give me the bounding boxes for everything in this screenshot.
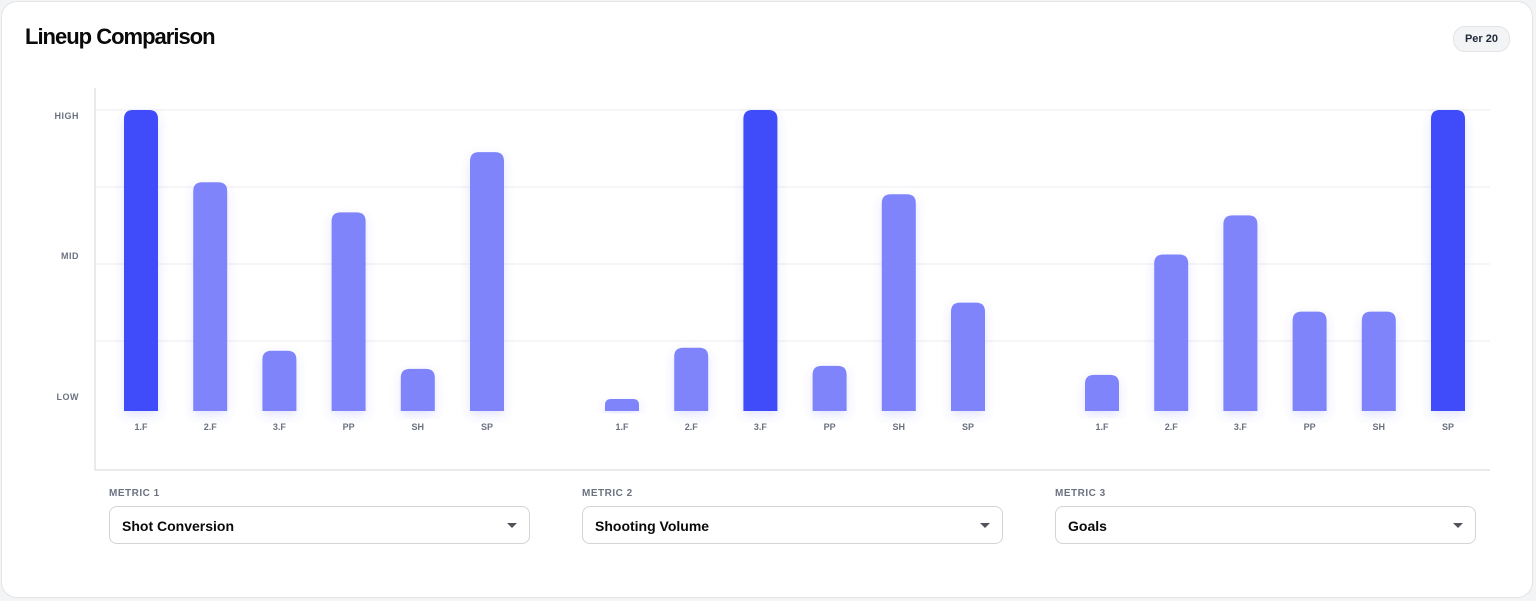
bar-g3-1f: [1085, 374, 1119, 411]
y-tick-low: LOW: [57, 392, 80, 402]
chevron-down-icon: [980, 523, 990, 528]
bar-g2-sp: [951, 302, 985, 411]
bar-g2-3f: [743, 110, 778, 411]
bar-g1-sp: [470, 152, 504, 411]
bar-g2-sh: [881, 194, 916, 411]
category-label: 1.F: [134, 422, 148, 432]
category-label: SH: [1373, 422, 1386, 432]
chevron-down-icon: [507, 523, 517, 528]
bar-g1-pp: [331, 212, 366, 411]
metric-1-label: METRIC 1: [109, 488, 160, 499]
bar-g1-2f: [193, 182, 228, 411]
category-label: 2.F: [1165, 422, 1179, 432]
category-label: 3.F: [754, 422, 768, 432]
category-label: 2.F: [204, 422, 218, 432]
metric-2-value: Shooting Volume: [595, 518, 710, 534]
metric-1-value: Shot Conversion: [122, 518, 235, 534]
y-tick-high: HIGH: [55, 111, 80, 121]
bar-g3-2f: [1154, 254, 1189, 411]
metric-1-control: METRIC 1 Shot Conversion: [109, 488, 530, 544]
bar-g2-2f: [674, 347, 709, 411]
metric-3-select[interactable]: Goals: [1055, 506, 1476, 544]
bar-g2-pp: [812, 365, 847, 411]
bar-g3-sp: [1431, 110, 1465, 411]
bar-g2-1f: [605, 398, 639, 411]
category-label: 1.F: [1095, 422, 1109, 432]
bar-g3-pp: [1292, 311, 1327, 411]
metric-3-control: METRIC 3 Goals: [1055, 488, 1476, 544]
category-label: SH: [893, 422, 906, 432]
chevron-down-icon: [1453, 523, 1463, 528]
bar-g1-3f: [262, 350, 297, 411]
metric-2-control: METRIC 2 Shooting Volume: [582, 488, 1003, 544]
category-label: PP: [824, 422, 836, 432]
bar-g1-sh: [400, 368, 435, 411]
metric-3-value: Goals: [1068, 518, 1107, 534]
category-label: PP: [343, 422, 355, 432]
category-label: SP: [962, 422, 974, 432]
metric-3-label: METRIC 3: [1055, 488, 1106, 499]
y-tick-mid: MID: [61, 251, 79, 261]
category-label: 3.F: [273, 422, 287, 432]
metric-1-select[interactable]: Shot Conversion: [109, 506, 530, 544]
category-label: 2.F: [685, 422, 699, 432]
category-label: SP: [1442, 422, 1454, 432]
category-label: PP: [1304, 422, 1316, 432]
category-label: 1.F: [615, 422, 629, 432]
category-label: 3.F: [1234, 422, 1248, 432]
category-label: SP: [481, 422, 493, 432]
category-label: SH: [412, 422, 425, 432]
metric-2-select[interactable]: Shooting Volume: [582, 506, 1003, 544]
bar-g3-3f: [1223, 215, 1258, 411]
metric-2-label: METRIC 2: [582, 488, 633, 499]
bar-g1-1f: [124, 110, 158, 411]
bar-g3-sh: [1361, 311, 1396, 411]
